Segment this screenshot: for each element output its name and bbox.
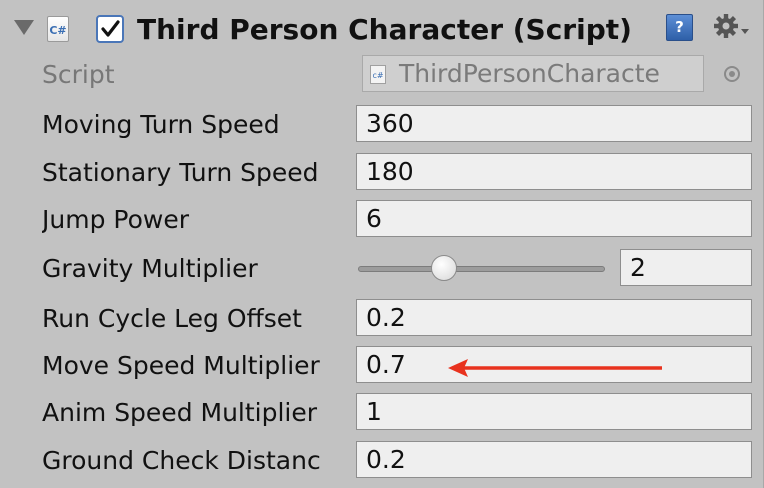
gravity-multiplier-row: Gravity Multiplier 2 — [0, 246, 764, 292]
anim-speed-multiplier-row: Anim Speed Multiplier 1 — [0, 390, 764, 436]
gravity-multiplier-slider[interactable] — [358, 266, 605, 272]
foldout-arrow-icon[interactable] — [14, 20, 34, 35]
csharp-script-icon: C# — [47, 16, 69, 42]
component-title: Third Person Character (Script) — [137, 13, 632, 46]
gravity-multiplier-slider-thumb[interactable] — [430, 255, 457, 281]
help-icon[interactable]: ? — [666, 14, 693, 41]
anim-speed-multiplier-input[interactable]: 1 — [356, 393, 752, 430]
jump-power-label: Jump Power — [42, 205, 189, 234]
ground-check-distance-row: Ground Check Distanc 0.2 — [0, 438, 764, 484]
move-speed-multiplier-label: Move Speed Multiplier — [42, 351, 320, 380]
script-label: Script — [42, 60, 115, 89]
moving-turn-speed-input[interactable]: 360 — [356, 105, 752, 142]
moving-turn-speed-row: Moving Turn Speed 360 — [0, 102, 764, 148]
gravity-multiplier-label: Gravity Multiplier — [42, 254, 258, 283]
moving-turn-speed-label: Moving Turn Speed — [42, 110, 280, 139]
stationary-turn-speed-input[interactable]: 180 — [356, 153, 752, 190]
gravity-multiplier-input[interactable]: 2 — [620, 249, 752, 286]
jump-power-row: Jump Power 6 — [0, 197, 764, 243]
script-row: Script ThirdPersonCharacte c# — [0, 52, 764, 98]
run-cycle-leg-offset-row: Run Cycle Leg Offset 0.2 — [0, 296, 764, 342]
inspector-component-panel: C# Third Person Character (Script) ? Scr… — [0, 0, 764, 488]
stationary-turn-speed-row: Stationary Turn Speed 180 — [0, 150, 764, 196]
gear-icon[interactable] — [712, 12, 752, 44]
component-enabled-checkbox[interactable] — [96, 15, 124, 43]
run-cycle-leg-offset-label: Run Cycle Leg Offset — [42, 304, 302, 333]
component-header[interactable]: C# Third Person Character (Script) ? — [0, 0, 764, 58]
jump-power-input[interactable]: 6 — [356, 200, 752, 237]
object-picker-icon[interactable] — [724, 66, 740, 82]
stationary-turn-speed-label: Stationary Turn Speed — [42, 158, 319, 187]
run-cycle-leg-offset-input[interactable]: 0.2 — [356, 299, 752, 336]
script-object-field[interactable]: ThirdPersonCharacte — [362, 55, 704, 92]
red-arrow-annotation-icon — [448, 359, 662, 377]
anim-speed-multiplier-label: Anim Speed Multiplier — [42, 398, 318, 427]
ground-check-distance-input[interactable]: 0.2 — [356, 441, 752, 478]
checkmark-icon — [101, 20, 120, 37]
script-file-icon: c# — [370, 65, 386, 84]
ground-check-distance-label: Ground Check Distanc — [42, 446, 321, 475]
